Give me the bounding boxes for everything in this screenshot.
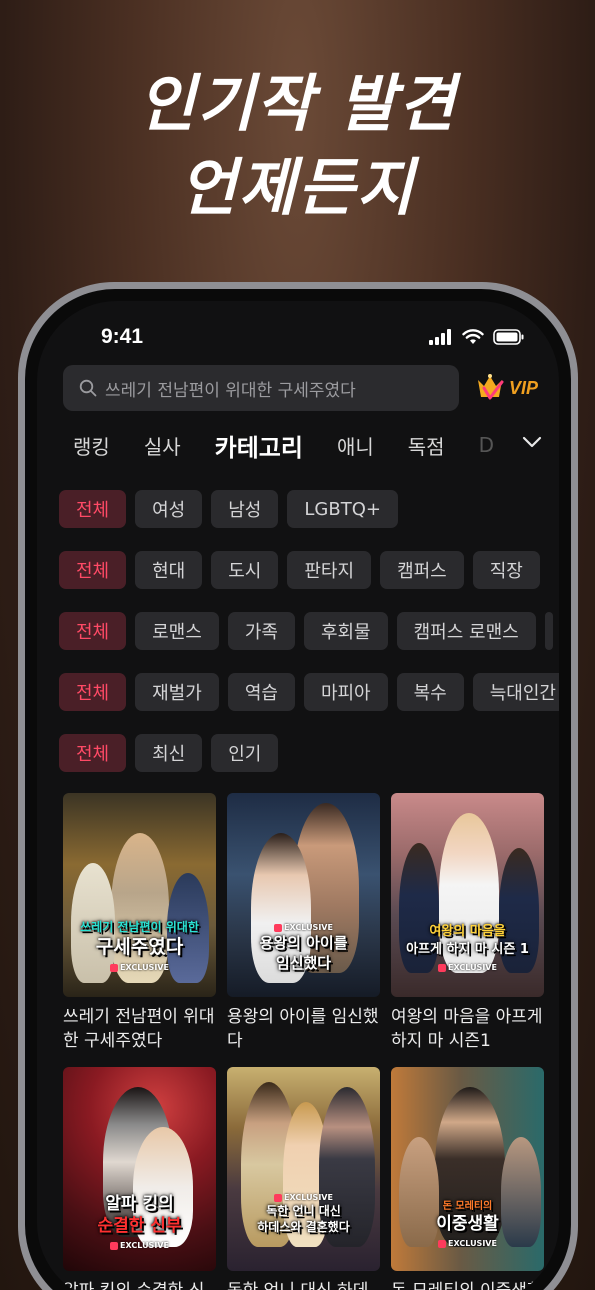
filter-chip[interactable]: 복수 <box>396 673 464 711</box>
filter-chip[interactable]: 후회물 <box>303 612 388 650</box>
drama-card[interactable]: EXCLUSIVE 용왕의 아이를 임신했다 용왕의 아이를 임신했다 <box>227 793 380 1055</box>
cover-image: 쓰레기 전남편이 위대한 구세주였다 EXCLUSIVE <box>63 793 216 997</box>
filter-chip[interactable]: 역습 <box>227 673 295 711</box>
search-row: 쓰레기 전남편이 위대한 구세주였다 VIP <box>63 365 547 411</box>
filter-chip-partial[interactable] <box>544 612 553 650</box>
cover-title-line: 순결한 신부 <box>97 1216 182 1236</box>
chevron-down-icon[interactable] <box>521 435 543 449</box>
cover-title-line: 독한 언니 대신 <box>266 1204 341 1218</box>
filter-chip[interactable]: 여성 <box>135 490 203 528</box>
tab-live-action[interactable]: 실사 <box>144 431 181 460</box>
cover-title-line: 이중생활 <box>436 1214 499 1234</box>
filter-chip[interactable]: 전체 <box>59 734 127 772</box>
wifi-icon <box>462 329 484 344</box>
filter-chip[interactable]: 로맨스 <box>135 612 219 650</box>
phone-frame: 9:41 쓰레기 전남편이 위대한 구세주였다 VIP 랭킹 실사 카테고리 애… <box>18 282 578 1290</box>
filter-chip[interactable]: 전체 <box>59 612 127 650</box>
drama-title: 여왕의 마음을 아프게 하지 마 시즌1 <box>391 1007 543 1051</box>
app-screen: 9:41 쓰레기 전남편이 위대한 구세주였다 VIP 랭킹 실사 카테고리 애… <box>37 301 559 1290</box>
search-input[interactable]: 쓰레기 전남편이 위대한 구세주였다 <box>63 365 459 411</box>
filter-chip[interactable]: 캠퍼스 로맨스 <box>396 612 536 650</box>
filter-chip[interactable]: 전체 <box>59 551 127 589</box>
drama-title: 알파 킹의 순결한 신부 <box>63 1279 216 1290</box>
filter-chip[interactable]: LGBTQ+ <box>287 490 398 528</box>
filter-chip[interactable]: 현대 <box>135 551 203 589</box>
filter-row-trope: 전체 재벌가 역습 마피아 복수 늑대인간 <box>59 673 559 711</box>
cover-image: EXCLUSIVE 독한 언니 대신 하데스와 결혼했다 <box>227 1067 380 1271</box>
headline-line-1: 인기작 발견 <box>138 67 457 140</box>
vip-label: VIP <box>509 377 539 398</box>
drama-grid: 쓰레기 전남편이 위대한 구세주였다 EXCLUSIVE 쓰레기 전남편이 위대… <box>63 793 547 1290</box>
exclusive-label: EXCLUSIVE <box>284 1193 333 1202</box>
filter-chip[interactable]: 가족 <box>227 612 295 650</box>
status-bar: 9:41 <box>37 325 559 355</box>
headline-line-2: 언제든지 <box>179 151 416 224</box>
cover-title-line: 알파 킹의 <box>105 1194 174 1214</box>
filter-chip[interactable]: 최신 <box>135 734 203 772</box>
exclusive-label: EXCLUSIVE <box>448 963 497 972</box>
drama-card[interactable]: 돈 모레티의 이중생활 EXCLUSIVE 돈 모레티의 이중생활 <box>391 1067 544 1290</box>
drama-title: 용왕의 아이를 임신했다 <box>227 1007 379 1051</box>
exclusive-label: EXCLUSIVE <box>448 1239 497 1248</box>
cover-title-line: 임신했다 <box>275 954 332 972</box>
filter-row-audience: 전체 여성 남성 LGBTQ+ <box>59 490 559 528</box>
phone-bezel: 9:41 쓰레기 전남편이 위대한 구세주였다 VIP 랭킹 실사 카테고리 애… <box>25 289 571 1290</box>
cover-title-line: 구세주였다 <box>95 936 184 958</box>
drama-title: 돈 모레티의 이중생활 <box>391 1279 544 1290</box>
cover-title-line: 하데스와 결혼했다 <box>257 1220 350 1234</box>
filter-chip[interactable]: 재벌가 <box>135 673 219 711</box>
cover-image: 여왕의 마음을 아프게 하지 마 시즌 1 EXCLUSIVE <box>391 793 544 997</box>
filter-chip[interactable]: 늑대인간 <box>472 673 559 711</box>
cover-image: 알파 킹의 순결한 신부 EXCLUSIVE <box>63 1067 216 1271</box>
battery-icon <box>493 329 524 345</box>
filter-chip[interactable]: 남성 <box>211 490 279 528</box>
cellular-signal-icon <box>429 329 451 345</box>
tab-ranking[interactable]: 랭킹 <box>73 431 110 460</box>
drama-card[interactable]: 여왕의 마음을 아프게 하지 마 시즌 1 EXCLUSIVE 여왕의 마음을 … <box>391 793 544 1055</box>
exclusive-label: EXCLUSIVE <box>120 1241 169 1250</box>
promo-headline: 인기작 발견 언제든지 <box>0 62 595 230</box>
cover-title-line: 여왕의 마음을 <box>429 924 506 939</box>
cover-title-line: 아프게 하지 마 시즌 1 <box>406 942 529 957</box>
drama-title: 독한 언니 대신 하데스와 결혼했다 <box>227 1279 380 1290</box>
filter-chip[interactable]: 전체 <box>59 673 127 711</box>
cover-title-line: 돈 모레티의 <box>442 1201 493 1212</box>
filter-chip[interactable]: 전체 <box>59 490 127 528</box>
cover-title-line: 쓰레기 전남편이 위대한 <box>80 920 199 934</box>
filter-row-setting: 전체 현대 도시 판타지 캠퍼스 직장 <box>59 551 559 589</box>
filter-row-theme: 전체 로맨스 가족 후회물 캠퍼스 로맨스 <box>59 612 559 650</box>
tab-exclusive[interactable]: 독점 <box>408 431 445 460</box>
exclusive-label: EXCLUSIVE <box>120 963 169 972</box>
filter-chip[interactable]: 인기 <box>211 734 279 772</box>
search-placeholder: 쓰레기 전남편이 위대한 구세주였다 <box>105 380 356 401</box>
filter-chip[interactable]: 캠퍼스 <box>380 551 464 589</box>
filter-row-sort: 전체 최신 인기 <box>59 734 559 772</box>
cover-title-line: 용왕의 아이를 <box>259 934 348 952</box>
filter-chip[interactable]: 판타지 <box>287 551 372 589</box>
filter-chip[interactable]: 도시 <box>211 551 279 589</box>
filter-chip[interactable]: 직장 <box>472 551 540 589</box>
cover-image: 돈 모레티의 이중생활 EXCLUSIVE <box>391 1067 544 1271</box>
vip-button[interactable]: VIP <box>473 371 538 405</box>
tab-anime[interactable]: 애니 <box>337 431 374 460</box>
status-time: 9:41 <box>101 325 144 348</box>
category-tabs: 랭킹 실사 카테고리 애니 독점 D <box>73 427 559 463</box>
search-icon <box>79 379 97 397</box>
tab-more-partial[interactable]: D <box>479 433 494 457</box>
tab-category[interactable]: 카테고리 <box>215 428 303 463</box>
drama-card[interactable]: EXCLUSIVE 독한 언니 대신 하데스와 결혼했다 독한 언니 대신 하데… <box>227 1067 380 1290</box>
vip-crown-icon <box>478 374 504 400</box>
exclusive-label: EXCLUSIVE <box>284 923 333 932</box>
drama-card[interactable]: 알파 킹의 순결한 신부 EXCLUSIVE 알파 킹의 순결한 신부 <box>63 1067 216 1290</box>
drama-card[interactable]: 쓰레기 전남편이 위대한 구세주였다 EXCLUSIVE 쓰레기 전남편이 위대… <box>63 793 216 1055</box>
drama-title: 쓰레기 전남편이 위대한 구세주였다 <box>63 1007 215 1051</box>
cover-image: EXCLUSIVE 용왕의 아이를 임신했다 <box>227 793 380 997</box>
filter-chip[interactable]: 마피아 <box>303 673 388 711</box>
